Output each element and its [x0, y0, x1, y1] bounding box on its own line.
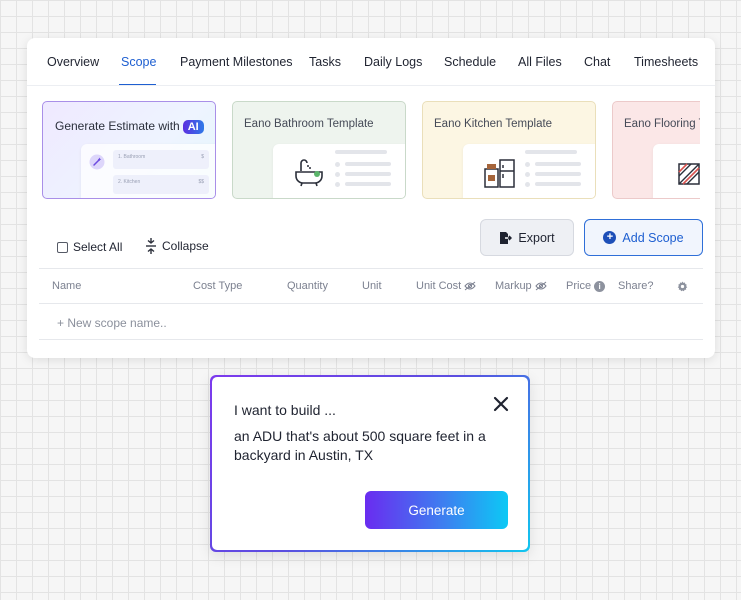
ai-prompt-dialog: I want to build ... an ADU that's about …	[210, 375, 530, 552]
eye-off-icon[interactable]	[464, 281, 476, 291]
column-header-cost-type[interactable]: Cost Type	[193, 280, 242, 292]
export-file-icon	[500, 231, 513, 244]
mini-line	[335, 150, 387, 154]
bathroom-mini-preview	[273, 144, 405, 198]
mini-line	[535, 172, 581, 176]
mini-line	[345, 172, 391, 176]
flooring-template-label: Eano Flooring Template	[624, 118, 700, 130]
flooring-mini-preview	[653, 144, 700, 198]
table-header-divider	[39, 303, 703, 304]
tab-all-files[interactable]: All Files	[518, 55, 562, 69]
select-all-label: Select All	[73, 240, 123, 254]
kitchen-mini-preview	[463, 144, 595, 198]
tabs-divider	[27, 85, 715, 86]
tab-payment-milestones[interactable]: Payment Milestones	[180, 55, 293, 69]
info-icon[interactable]: i	[594, 280, 606, 292]
template-carousel: Generate Estimate with AI 1. Bathroom $ 2…	[42, 101, 700, 201]
price-label: Price	[566, 280, 592, 292]
generate-button[interactable]: Generate	[365, 491, 508, 529]
tab-daily-logs[interactable]: Daily Logs	[364, 55, 422, 69]
bathroom-template-card[interactable]: Eano Bathroom Template	[232, 101, 406, 199]
bathroom-template-label: Eano Bathroom Template	[244, 118, 374, 130]
tab-overview[interactable]: Overview	[47, 55, 99, 69]
mini-row: 1. Bathroom $	[113, 150, 209, 169]
mini-line	[525, 150, 577, 154]
tab-bar: Overview Scope Payment Milestones Tasks …	[27, 38, 715, 84]
mini-line	[345, 182, 391, 186]
mini-line	[345, 162, 391, 166]
export-button[interactable]: Export	[480, 219, 574, 256]
collapse-toggle[interactable]: Collapse	[145, 238, 209, 254]
add-scope-button[interactable]: + Add Scope	[584, 219, 703, 256]
flooring-tile-icon	[678, 163, 700, 185]
sparkle-wand-icon	[89, 154, 105, 170]
generate-estimate-ai-card[interactable]: Generate Estimate with AI 1. Bathroom $ 2…	[42, 101, 216, 199]
bathtub-icon	[295, 159, 323, 187]
table-top-divider	[39, 268, 703, 269]
column-header-name[interactable]: Name	[52, 280, 81, 292]
app-frame: Overview Scope Payment Milestones Tasks …	[0, 0, 741, 600]
select-all-toggle[interactable]: Select All	[57, 240, 122, 254]
column-header-unit[interactable]: Unit	[362, 280, 382, 292]
flooring-template-card[interactable]: Eano Flooring Template	[612, 101, 700, 199]
column-header-markup[interactable]: Markup	[495, 280, 547, 292]
scope-card: Overview Scope Payment Milestones Tasks …	[27, 38, 715, 358]
kitchen-template-label: Eano Kitchen Template	[434, 118, 553, 130]
mini-line	[535, 182, 581, 186]
mini-line	[535, 162, 581, 166]
ai-prompt-body: I want to build ... an ADU that's about …	[212, 377, 528, 550]
prompt-title: I want to build ...	[234, 402, 336, 418]
select-all-checkbox[interactable]	[57, 241, 68, 253]
column-header-price[interactable]: Price i	[566, 280, 606, 292]
ai-mini-preview: 1. Bathroom $ 2. Kitchen $$	[81, 144, 215, 198]
new-scope-input[interactable]: + New scope name..	[57, 316, 167, 330]
column-header-share[interactable]: Share?	[618, 280, 653, 292]
column-header-unit-cost[interactable]: Unit Cost	[416, 280, 476, 292]
prompt-textarea[interactable]: an ADU that's about 500 square feet in a…	[234, 427, 504, 465]
tab-schedule[interactable]: Schedule	[444, 55, 496, 69]
mini-dot	[335, 162, 340, 167]
kitchen-stove-fridge-icon	[484, 159, 515, 188]
table-bottom-divider	[39, 339, 703, 340]
column-header-quantity[interactable]: Quantity	[287, 280, 328, 292]
add-scope-label: Add Scope	[622, 230, 684, 245]
close-icon[interactable]	[490, 393, 512, 415]
kitchen-template-card[interactable]: Eano Kitchen Template	[422, 101, 596, 199]
collapse-arrows-icon	[146, 238, 156, 254]
gear-icon[interactable]	[677, 281, 688, 292]
unit-cost-label: Unit Cost	[416, 280, 462, 292]
tab-chat[interactable]: Chat	[584, 55, 610, 69]
generate-estimate-label: Generate Estimate with AI	[55, 119, 204, 134]
mini-dot	[525, 172, 530, 177]
collapse-label: Collapse	[162, 239, 209, 253]
tab-scope[interactable]: Scope	[121, 55, 156, 69]
mini-dot	[525, 182, 530, 187]
eye-off-icon[interactable]	[535, 281, 547, 291]
markup-label: Markup	[495, 280, 532, 292]
export-label: Export	[518, 230, 555, 245]
plus-circle-icon: +	[603, 231, 617, 244]
tab-tasks[interactable]: Tasks	[309, 55, 341, 69]
mini-dot	[335, 172, 340, 177]
mini-dot	[525, 162, 530, 167]
ai-badge: AI	[182, 120, 204, 134]
mini-dot	[335, 182, 340, 187]
mini-row: 2. Kitchen $$	[113, 175, 209, 194]
tab-timesheets[interactable]: Timesheets	[634, 55, 698, 69]
